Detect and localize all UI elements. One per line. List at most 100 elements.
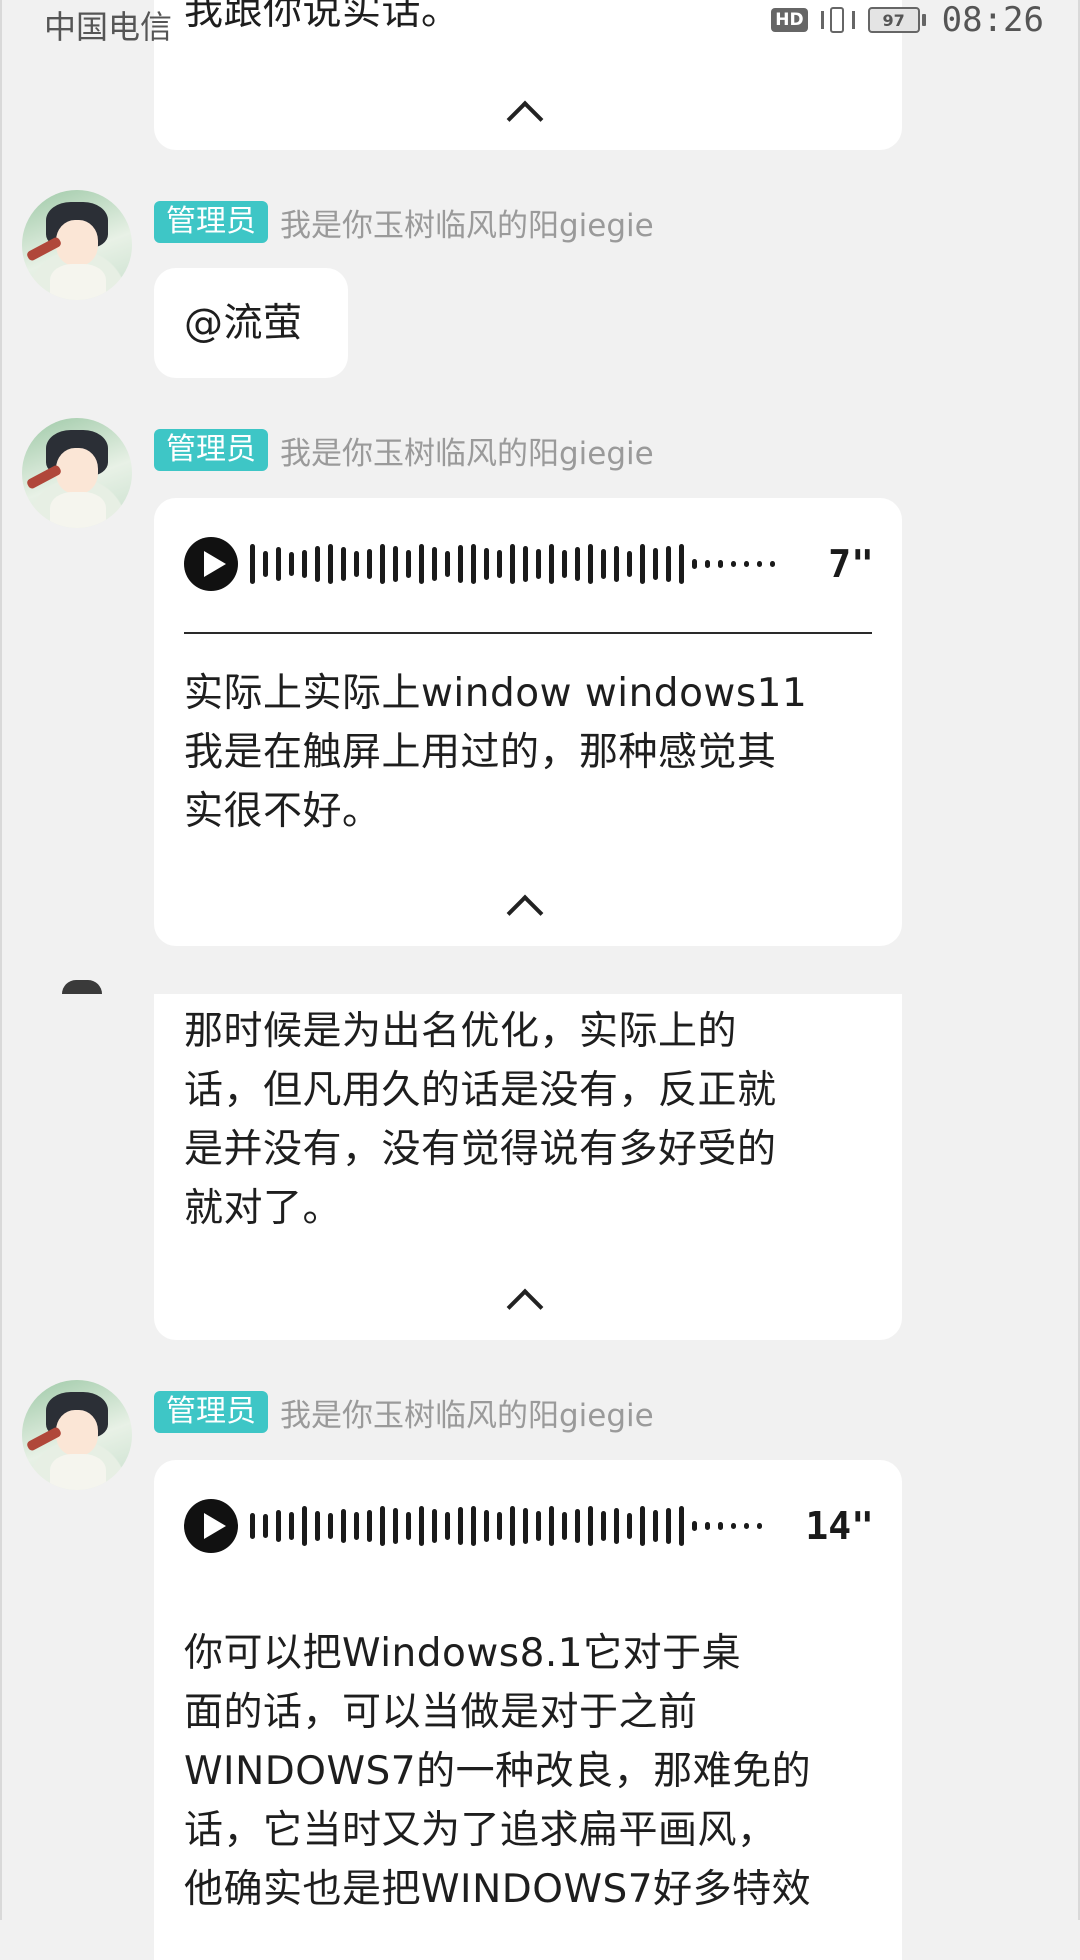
sender-name[interactable]: 我是你玉树临风的阳giegie	[280, 428, 654, 473]
waveform-bar	[744, 1523, 749, 1529]
carrier-label: 中国电信	[44, 8, 173, 46]
waveform-bar	[393, 546, 398, 582]
avatar[interactable]	[22, 190, 132, 300]
battery-level: 97	[867, 7, 920, 33]
transcript-line: 我是在触屏上用过的，那种感觉其	[184, 730, 777, 775]
play-icon[interactable]	[184, 1499, 238, 1553]
voice-waveform	[250, 1499, 795, 1553]
waveform-bar	[510, 1506, 515, 1546]
waveform-bar	[718, 560, 723, 568]
waveform-bar	[692, 1521, 697, 1531]
voice-player[interactable]: 7"	[184, 536, 874, 592]
waveform-bar	[523, 546, 528, 582]
waveform-bar	[510, 544, 515, 584]
transcript-line: 话，它当时又为了追求扁平画风，	[184, 1808, 777, 1853]
waveform-bar	[575, 1509, 580, 1543]
battery-icon: 97	[867, 7, 926, 33]
waveform-bar	[536, 549, 541, 579]
play-icon[interactable]	[184, 537, 238, 591]
message-text-line: 那时候是为出名优化，实际上的	[184, 1009, 738, 1054]
waveform-bar	[315, 1511, 320, 1541]
waveform-bar	[484, 548, 489, 580]
waveform-bar	[536, 1511, 541, 1541]
voice-duration: 14"	[805, 1504, 874, 1548]
voice-message-bubble[interactable]: 14" 你可以把Windows8.1它对于桌 面的话，可以当做是对于之前 WIN…	[154, 1460, 902, 1960]
waveform-bar	[328, 544, 333, 584]
waveform-bar	[588, 1506, 593, 1546]
waveform-bar	[250, 544, 255, 584]
voice-player[interactable]: 14"	[184, 1498, 874, 1554]
waveform-bar	[549, 544, 554, 584]
waveform-bar	[341, 1509, 346, 1543]
waveform-bar	[328, 1513, 333, 1539]
chevron-up-icon[interactable]	[506, 1288, 544, 1326]
waveform-bar	[601, 549, 606, 579]
message-meta: 管理员 我是你玉树临风的阳giegie	[154, 428, 654, 472]
waveform-bar	[354, 1512, 359, 1540]
transcript-line: WINDOWS7的一种改良，那难免的	[184, 1749, 812, 1794]
waveform-bar	[588, 544, 593, 584]
vibrate-icon	[818, 5, 858, 35]
waveform-bar	[250, 1513, 255, 1539]
waveform-bar	[705, 1522, 710, 1530]
waveform-bar	[367, 1510, 372, 1542]
waveform-bar	[406, 550, 411, 578]
transcript-text: 你可以把Windows8.1它对于桌 面的话，可以当做是对于之前 WINDOWS…	[184, 1624, 872, 1919]
waveform-bar	[731, 1523, 736, 1529]
waveform-bar	[562, 550, 567, 578]
avatar-partial	[62, 980, 102, 994]
waveform-bar	[471, 1506, 476, 1546]
screen-edge-left	[0, 0, 2, 1920]
status-bar: 中国电信 HD 97 08:26	[0, 0, 1080, 46]
avatar[interactable]	[22, 1380, 132, 1490]
waveform-bar	[614, 1508, 619, 1544]
hd-call-icon: HD	[771, 8, 808, 32]
clock: 08:26	[941, 0, 1044, 40]
waveform-bar	[627, 1513, 632, 1539]
waveform-bar	[419, 1506, 424, 1546]
message-bubble-text[interactable]: @流萤	[154, 268, 348, 378]
waveform-bar	[393, 1508, 398, 1544]
waveform-bar	[653, 1510, 658, 1542]
waveform-bar	[640, 544, 645, 584]
waveform-bar	[380, 544, 385, 584]
waveform-bar	[367, 549, 372, 579]
waveform-bar	[575, 547, 580, 581]
transcript-divider	[184, 632, 872, 634]
waveform-bar	[523, 1508, 528, 1544]
waveform-bar	[757, 1523, 762, 1529]
waveform-bar	[276, 547, 281, 581]
waveform-bar	[380, 1506, 385, 1546]
message-meta: 管理员 我是你玉树临风的阳giegie	[154, 1390, 654, 1434]
chevron-up-icon[interactable]	[506, 100, 544, 138]
voice-message-bubble[interactable]: 7" 实际上实际上window windows11 我是在触屏上用过的，那种感觉…	[154, 498, 902, 946]
message-bubble-text[interactable]: 那时候是为出名优化，实际上的 话，但凡用久的话是没有，反正就 是并没有，没有觉得…	[154, 994, 902, 1340]
sender-name[interactable]: 我是你玉树临风的阳giegie	[280, 200, 654, 245]
waveform-bar	[315, 546, 320, 582]
waveform-bar	[497, 550, 502, 578]
voice-waveform	[250, 537, 818, 591]
waveform-bar	[731, 561, 736, 567]
message-meta: 管理员 我是你玉树临风的阳giegie	[154, 200, 654, 244]
waveform-bar	[744, 561, 749, 567]
waveform-bar	[432, 547, 437, 581]
waveform-bar	[484, 1510, 489, 1542]
waveform-bar	[640, 1506, 645, 1546]
message-text-line: 就对了。	[184, 1186, 343, 1231]
waveform-bar	[471, 544, 476, 584]
chevron-up-icon[interactable]	[506, 894, 544, 932]
waveform-bar	[666, 1508, 671, 1544]
admin-badge: 管理员	[154, 201, 268, 243]
admin-badge: 管理员	[154, 429, 268, 471]
transcript-line: 你可以把Windows8.1它对于桌	[184, 1631, 742, 1676]
avatar[interactable]	[22, 418, 132, 528]
sender-name[interactable]: 我是你玉树临风的阳giegie	[280, 1390, 654, 1435]
transcript-line: 实很不好。	[184, 789, 382, 834]
waveform-bar	[289, 1512, 294, 1540]
waveform-bar	[289, 552, 294, 576]
transcript-line: 他确实也是把WINDOWS7好多特效	[184, 1867, 812, 1912]
waveform-bar	[263, 1514, 268, 1538]
waveform-bar	[354, 551, 359, 577]
waveform-bar	[562, 1512, 567, 1540]
waveform-bar	[406, 1512, 411, 1540]
